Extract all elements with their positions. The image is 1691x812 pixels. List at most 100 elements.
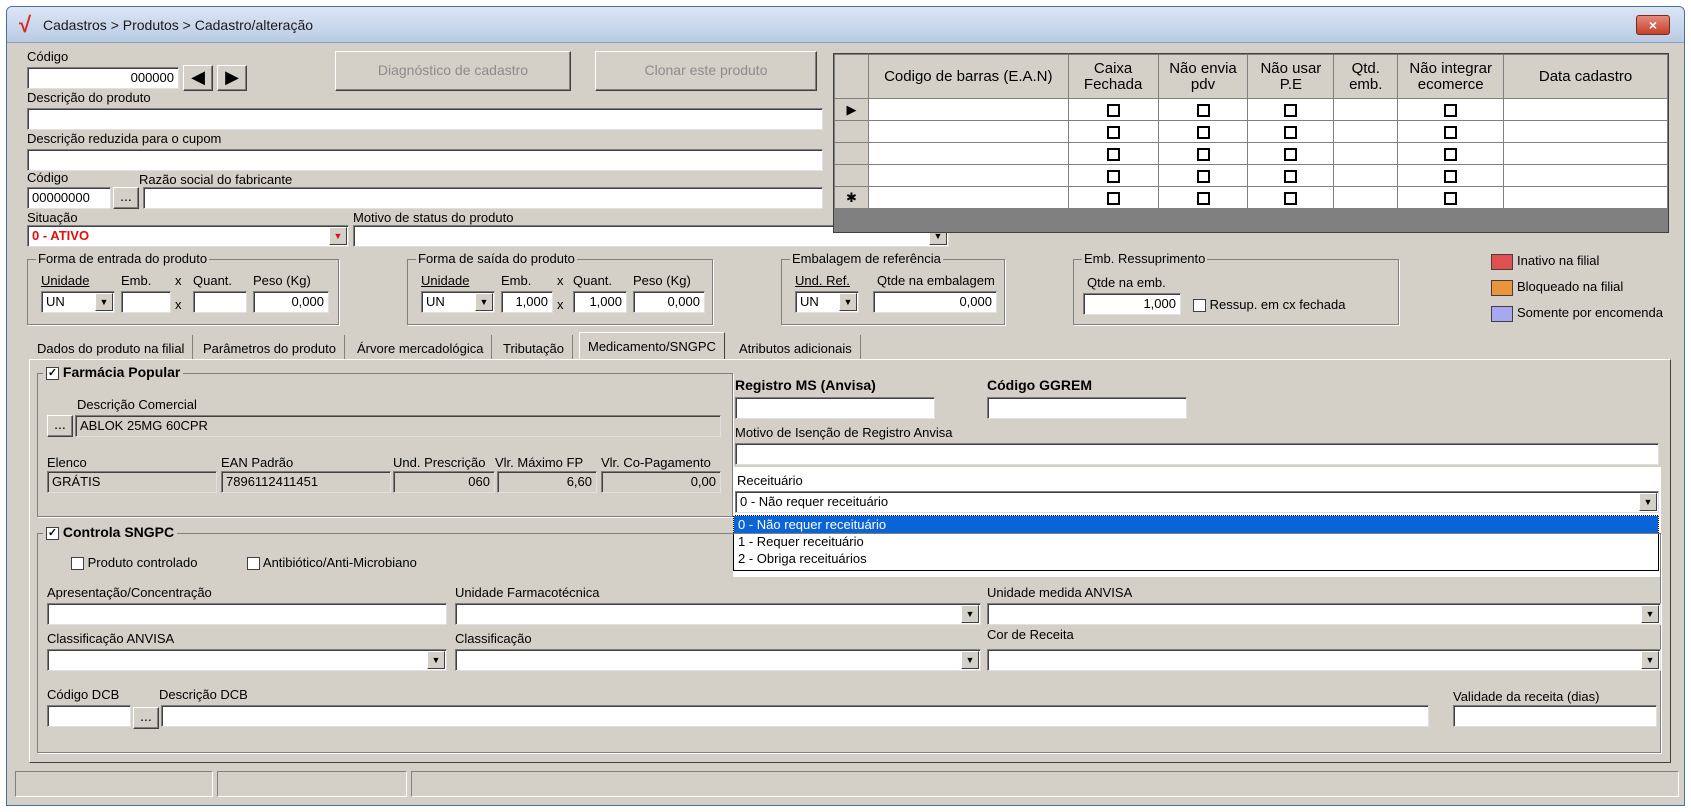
table-row[interactable]: ▶ [834, 98, 1668, 121]
tab-dados-filial[interactable]: Dados do produto na filial [29, 335, 194, 359]
apresentacao-input[interactable] [47, 603, 447, 625]
col-caixa-fechada[interactable]: Caixa Fechada [1067, 54, 1159, 99]
motivo-isencao-input[interactable] [735, 443, 1659, 465]
fabricante-codigo-input[interactable]: 00000000 [27, 187, 111, 209]
validade-input[interactable] [1453, 705, 1657, 727]
tab-parametros[interactable]: Parâmetros do produto [195, 335, 345, 359]
checkbox[interactable] [1444, 126, 1458, 140]
ean-padrao-input[interactable]: 7896112411451 [221, 471, 391, 493]
chevron-down-icon[interactable]: ▼ [475, 293, 493, 311]
situacao-select[interactable]: 0 - ATIVO ▼ [27, 225, 349, 247]
ean-grid[interactable]: Codigo de barras (E.A.N) Caixa Fechada N… [833, 53, 1669, 233]
col-qtd-emb[interactable]: Qtd. emb. [1333, 54, 1399, 99]
embalagem-und-select[interactable]: UN ▼ [795, 291, 859, 313]
checkbox[interactable]: ✓ [46, 526, 59, 540]
tab-atributos[interactable]: Atributos adicionais [731, 335, 861, 359]
unid-farm-select[interactable]: ▼ [455, 603, 981, 625]
next-button[interactable]: ▶ [217, 65, 247, 91]
classificacao-select[interactable]: ▼ [455, 649, 981, 671]
checkbox[interactable] [1284, 170, 1298, 184]
elenco-input[interactable]: GRÁTIS [47, 471, 217, 493]
chevron-down-icon[interactable]: ▼ [961, 651, 979, 669]
descricao-input[interactable] [27, 108, 823, 130]
vlr-copag-input[interactable]: 0,00 [601, 471, 721, 493]
col-data-cadastro[interactable]: Data cadastro [1503, 54, 1668, 99]
dcb-descricao-input[interactable] [161, 705, 1429, 727]
table-row[interactable] [834, 164, 1668, 187]
checkbox[interactable] [1196, 170, 1210, 184]
chevron-down-icon[interactable]: ▼ [95, 293, 113, 311]
checkbox[interactable] [247, 557, 260, 571]
sngpc-header[interactable]: ✓ Controla SNGPC [43, 524, 178, 540]
registro-ms-input[interactable] [735, 397, 935, 419]
chevron-down-icon[interactable]: ▼ [1641, 605, 1659, 623]
entrada-peso-input[interactable]: 0,000 [253, 291, 329, 313]
checkbox[interactable] [1196, 126, 1210, 140]
chevron-down-icon[interactable]: ▼ [1639, 493, 1657, 511]
col-nao-integrar[interactable]: Não integrar ecomerce [1397, 54, 1505, 99]
checkbox[interactable]: ✓ [46, 366, 59, 380]
checkbox[interactable] [1444, 148, 1458, 162]
antibiotico-checkbox[interactable]: Antibiótico/Anti-Microbiano [247, 555, 417, 571]
tab-tributacao[interactable]: Tributação [495, 335, 573, 359]
checkbox[interactable] [1106, 104, 1120, 118]
col-nao-envia-pdv[interactable]: Não envia pdv [1157, 54, 1249, 99]
farmacia-lookup-button[interactable]: ... [47, 415, 73, 437]
close-button[interactable]: × [1636, 15, 1670, 35]
checkbox[interactable] [1193, 299, 1206, 313]
entrada-unidade-select[interactable]: UN ▼ [41, 291, 115, 313]
checkbox[interactable] [1444, 192, 1458, 206]
table-row[interactable] [834, 142, 1668, 165]
saida-quant-input[interactable]: 1,000 [573, 291, 627, 313]
saida-peso-input[interactable]: 0,000 [633, 291, 705, 313]
tab-medicamento[interactable]: Medicamento/SNGPC [579, 332, 725, 360]
chevron-down-icon[interactable]: ▼ [839, 293, 857, 311]
entrada-emb-input[interactable] [121, 291, 171, 313]
fabricante-razao-input[interactable] [143, 187, 823, 209]
checkbox[interactable] [1444, 170, 1458, 184]
chevron-down-icon[interactable]: ▼ [1641, 651, 1659, 669]
table-row[interactable]: ✱ [834, 186, 1668, 209]
dcb-codigo-input[interactable] [47, 705, 131, 727]
diagnostico-button[interactable]: Diagnóstico de cadastro [335, 51, 571, 91]
chevron-down-icon[interactable]: ▼ [329, 227, 347, 245]
checkbox[interactable] [1284, 104, 1298, 118]
class-anvisa-select[interactable]: ▼ [47, 649, 447, 671]
checkbox[interactable] [1196, 104, 1210, 118]
farmacia-header[interactable]: ✓ Farmácia Popular [43, 364, 184, 380]
ressup-cx-checkbox[interactable]: Ressup. em cx fechada [1193, 297, 1345, 313]
receituario-option[interactable]: 0 - Não requer receituário [733, 515, 1659, 534]
fabricante-lookup-button[interactable]: ... [113, 187, 139, 209]
checkbox[interactable] [1284, 192, 1298, 206]
checkbox[interactable] [1196, 148, 1210, 162]
ggrem-input[interactable] [987, 397, 1187, 419]
farmacia-desc-input[interactable]: ABLOK 25MG 60CPR [75, 415, 721, 437]
clonar-button[interactable]: Clonar este produto [595, 51, 817, 91]
und-prescricao-input[interactable]: 060 [393, 471, 495, 493]
checkbox[interactable] [1284, 148, 1298, 162]
cor-receita-select[interactable]: ▼ [987, 649, 1661, 671]
checkbox[interactable] [71, 557, 84, 571]
checkbox[interactable] [1284, 126, 1298, 140]
dcb-lookup-button[interactable]: ... [133, 707, 159, 729]
produto-controlado-checkbox[interactable]: Produto controlado [71, 555, 197, 571]
receituario-select[interactable]: 0 - Não requer receituário ▼ [735, 491, 1659, 513]
table-row[interactable] [834, 120, 1668, 143]
checkbox[interactable] [1106, 170, 1120, 184]
ressup-qtde-input[interactable]: 1,000 [1083, 293, 1181, 315]
saida-unidade-select[interactable]: UN ▼ [421, 291, 495, 313]
checkbox[interactable] [1106, 192, 1120, 206]
codigo-input[interactable]: 000000 [27, 67, 179, 89]
checkbox[interactable] [1106, 126, 1120, 140]
vlr-max-input[interactable]: 6,60 [497, 471, 597, 493]
unid-anvisa-select[interactable]: ▼ [987, 603, 1661, 625]
saida-emb-input[interactable]: 1,000 [501, 291, 553, 313]
chevron-down-icon[interactable]: ▼ [427, 651, 445, 669]
checkbox[interactable] [1444, 104, 1458, 118]
chevron-down-icon[interactable]: ▼ [961, 605, 979, 623]
checkbox[interactable] [1106, 148, 1120, 162]
checkbox[interactable] [1196, 192, 1210, 206]
descricao-reduzida-input[interactable] [27, 149, 823, 171]
col-ean[interactable]: Codigo de barras (E.A.N) [867, 54, 1069, 99]
prev-button[interactable]: ◀ [183, 65, 213, 91]
